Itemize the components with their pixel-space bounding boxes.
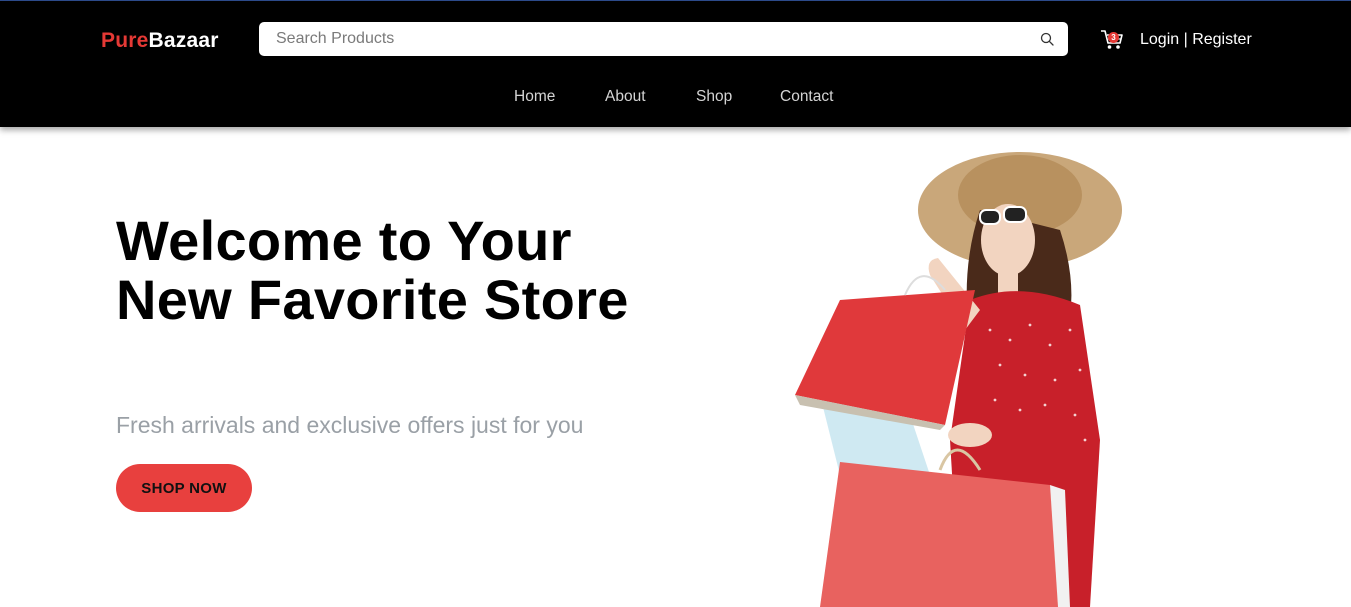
search-input[interactable] bbox=[259, 22, 1029, 56]
login-link[interactable]: Login bbox=[1140, 31, 1179, 48]
cart-button[interactable]: 3 bbox=[1099, 27, 1125, 53]
auth-separator: | bbox=[1179, 31, 1193, 48]
navbar: PureBazaar 3 Login | Register Home About… bbox=[0, 0, 1351, 127]
cart-count-badge: 3 bbox=[1108, 32, 1119, 43]
register-link[interactable]: Register bbox=[1192, 31, 1252, 48]
logo-part-bazaar: Bazaar bbox=[148, 29, 219, 52]
nav-home[interactable]: Home bbox=[514, 88, 555, 106]
main-menu: Home About Shop Contact bbox=[0, 88, 1351, 108]
hero-title: Welcome to Your New Favorite Store bbox=[116, 209, 629, 331]
hero-subtitle: Fresh arrivals and exclusive offers just… bbox=[116, 412, 584, 438]
logo[interactable]: PureBazaar bbox=[101, 29, 219, 53]
nav-shop[interactable]: Shop bbox=[696, 88, 732, 106]
hero-model-image bbox=[795, 152, 1122, 607]
nav-about[interactable]: About bbox=[605, 88, 646, 106]
nav-contact[interactable]: Contact bbox=[780, 88, 833, 106]
logo-part-pure: Pure bbox=[101, 29, 149, 52]
search-icon[interactable] bbox=[1040, 32, 1054, 46]
auth-links: Login | Register bbox=[1140, 31, 1252, 49]
shop-now-button[interactable]: SHOP NOW bbox=[116, 464, 252, 512]
search-bar bbox=[259, 22, 1068, 56]
